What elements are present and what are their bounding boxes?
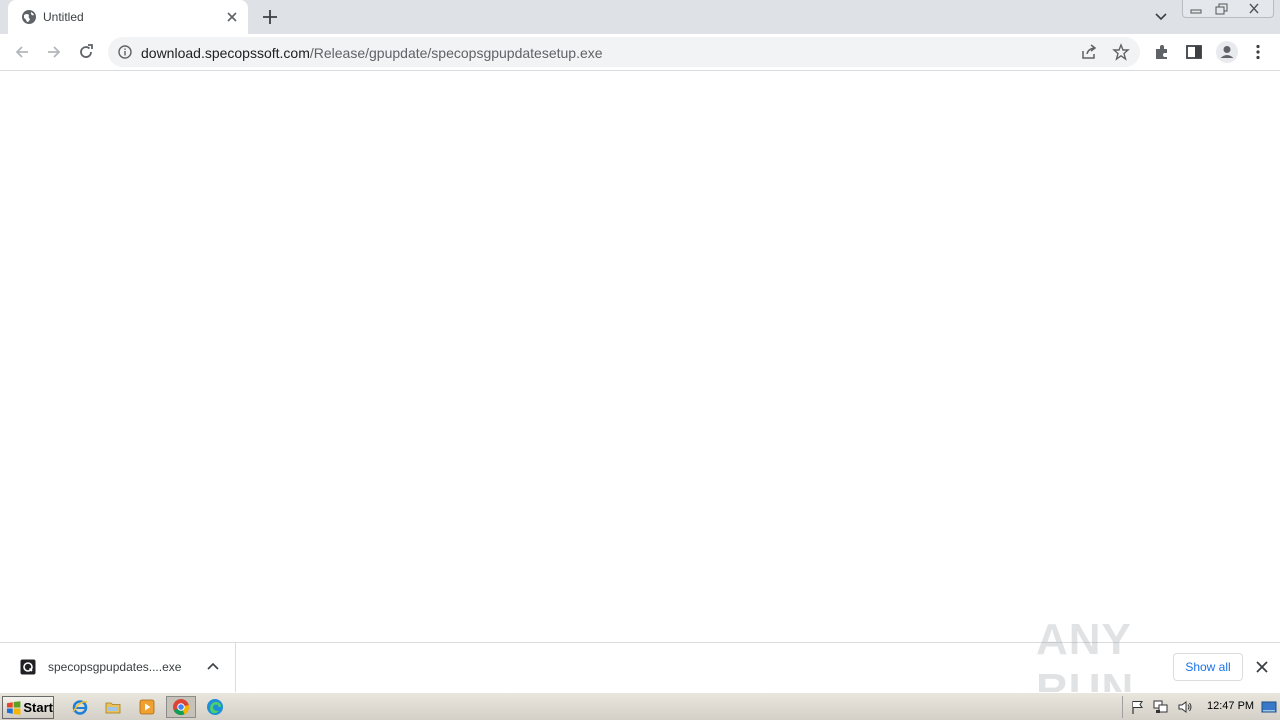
download-bar: specopsgpupdates....exe ANY RUN Show all: [0, 615, 1280, 714]
show-all-button[interactable]: Show all: [1173, 653, 1243, 681]
bookmark-star-icon[interactable]: [1112, 43, 1130, 61]
url-path: /Release/gpupdate/specopsgpupdatesetup.e…: [309, 45, 603, 61]
close-download-bar-icon[interactable]: [1254, 659, 1270, 675]
internet-explorer-icon: [72, 700, 88, 715]
edge-button[interactable]: [202, 696, 228, 718]
media-player-icon: [139, 699, 155, 715]
chevron-down-icon[interactable]: [1152, 8, 1170, 26]
taskbar: Start 12:47 PM: [0, 692, 1280, 720]
file-explorer-button[interactable]: [100, 696, 126, 718]
show-desktop-icon[interactable]: [1261, 699, 1277, 715]
network-icon[interactable]: [1153, 699, 1169, 715]
download-item[interactable]: specopsgpupdates....exe: [0, 643, 236, 692]
extensions-puzzle-icon[interactable]: [1152, 42, 1172, 62]
chevron-up-icon[interactable]: [205, 659, 221, 675]
minimize-icon[interactable]: [1183, 1, 1209, 17]
edge-icon: [207, 699, 223, 715]
media-player-button[interactable]: [134, 696, 160, 718]
info-icon[interactable]: [118, 45, 132, 59]
tab-title: Untitled: [43, 10, 84, 24]
volume-icon[interactable]: [1177, 699, 1193, 715]
tab-strip: Untitled: [0, 0, 1280, 34]
close-tab-icon[interactable]: [224, 9, 240, 25]
window-controls: [1182, 0, 1274, 18]
taskbar-clock[interactable]: 12:47 PM: [1207, 700, 1254, 712]
globe-icon: [22, 10, 36, 24]
start-label: Start: [23, 700, 53, 715]
page-content: [0, 72, 1280, 642]
back-arrow-icon[interactable]: [12, 42, 32, 62]
file-explorer-icon: [105, 702, 121, 714]
share-icon[interactable]: [1080, 43, 1098, 61]
chrome-button[interactable]: [166, 696, 196, 718]
profile-avatar-icon[interactable]: [1215, 40, 1239, 64]
new-tab-icon[interactable]: [258, 5, 282, 29]
windows-flag-icon: [6, 700, 21, 715]
download-file-name: specopsgpupdates....exe: [48, 660, 182, 674]
tab-untitled[interactable]: Untitled: [8, 0, 248, 34]
url-text[interactable]: download.specopssoft.com/Release/gpupdat…: [141, 45, 603, 61]
forward-arrow-icon[interactable]: [44, 42, 64, 62]
browser-toolbar: download.specopssoft.com/Release/gpupdat…: [0, 34, 1280, 71]
close-window-icon[interactable]: [1241, 1, 1267, 17]
side-panel-icon[interactable]: [1184, 42, 1204, 62]
restore-icon[interactable]: [1209, 1, 1235, 17]
start-button[interactable]: Start: [2, 696, 54, 719]
internet-explorer-button[interactable]: [67, 696, 93, 718]
installer-file-icon: [20, 659, 36, 675]
reload-icon[interactable]: [76, 42, 96, 62]
address-bar[interactable]: download.specopssoft.com/Release/gpupdat…: [108, 37, 1140, 67]
menu-kebab-icon[interactable]: [1248, 42, 1268, 62]
action-center-flag-icon[interactable]: [1130, 699, 1146, 715]
system-tray: 12:47 PM: [1122, 696, 1278, 718]
url-host: download.specopssoft.com: [141, 45, 310, 61]
chrome-icon: [173, 699, 190, 716]
